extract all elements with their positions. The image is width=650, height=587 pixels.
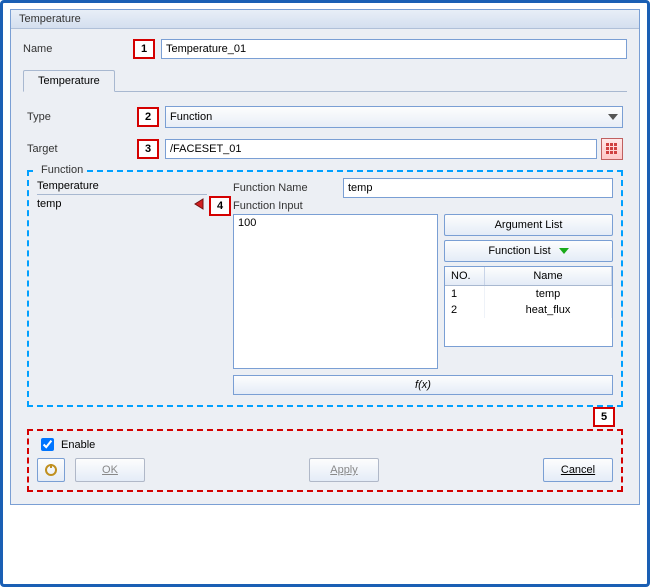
enable-label: Enable <box>61 439 95 451</box>
cell-name: heat_flux <box>485 302 612 318</box>
table-row[interactable]: 2 heat_flux <box>445 302 612 318</box>
type-label: Type <box>27 111 137 123</box>
cancel-button[interactable]: Cancel <box>543 458 613 482</box>
function-left-item[interactable]: temp <box>37 195 207 213</box>
cell-no: 2 <box>445 302 485 318</box>
apply-button[interactable]: Apply <box>309 458 379 482</box>
callout-3: 3 <box>137 139 159 159</box>
chevron-down-icon <box>559 248 569 254</box>
function-name-label: Function Name <box>233 182 343 194</box>
function-left-header: Temperature <box>37 178 207 195</box>
bottom-area: 5 Enable OK Apply Cancel <box>27 429 623 492</box>
function-list-button[interactable]: Function List <box>444 240 613 262</box>
function-input-textarea[interactable]: 100 <box>233 214 438 369</box>
target-input[interactable] <box>165 139 597 159</box>
enable-checkbox[interactable] <box>41 438 54 451</box>
argument-list-button[interactable]: Argument List <box>444 214 613 236</box>
wrench-icon <box>43 462 59 478</box>
type-value: Function <box>170 111 212 123</box>
tab-temperature[interactable]: Temperature <box>23 70 115 92</box>
arrow-left-icon <box>191 197 207 211</box>
function-group: Function Temperature temp 4 <box>27 170 623 407</box>
chevron-down-icon <box>608 114 618 120</box>
type-select[interactable]: Function <box>165 106 623 128</box>
function-table: NO. Name 1 temp 2 heat_flux <box>444 266 613 347</box>
col-name: Name <box>485 267 612 285</box>
options-button[interactable] <box>37 458 65 482</box>
window-title: Temperature <box>11 10 639 29</box>
fx-button[interactable]: f(x) <box>233 375 613 395</box>
name-input[interactable] <box>161 39 627 59</box>
callout-2: 2 <box>137 107 159 127</box>
table-row[interactable]: 1 temp <box>445 286 612 302</box>
function-left-item-label: temp <box>37 198 61 210</box>
callout-4: 4 <box>209 196 231 216</box>
cell-no: 1 <box>445 286 485 302</box>
function-group-label: Function <box>37 164 87 176</box>
ok-button[interactable]: OK <box>75 458 145 482</box>
name-label: Name <box>23 43 133 55</box>
target-label: Target <box>27 143 137 155</box>
function-left-panel: Temperature temp <box>37 178 207 213</box>
callout-1: 1 <box>133 39 155 59</box>
target-pick-button[interactable] <box>601 138 623 160</box>
callout-5: 5 <box>593 407 615 427</box>
function-name-input[interactable] <box>343 178 613 198</box>
function-list-label: Function List <box>488 241 550 261</box>
cell-name: temp <box>485 286 612 302</box>
dialog-window: Temperature Name 1 Temperature Type 2 Fu… <box>10 9 640 505</box>
tab-strip: Temperature <box>23 69 627 92</box>
col-no: NO. <box>445 267 485 285</box>
function-input-label: Function Input <box>233 200 343 212</box>
grid-pick-icon <box>605 142 619 156</box>
